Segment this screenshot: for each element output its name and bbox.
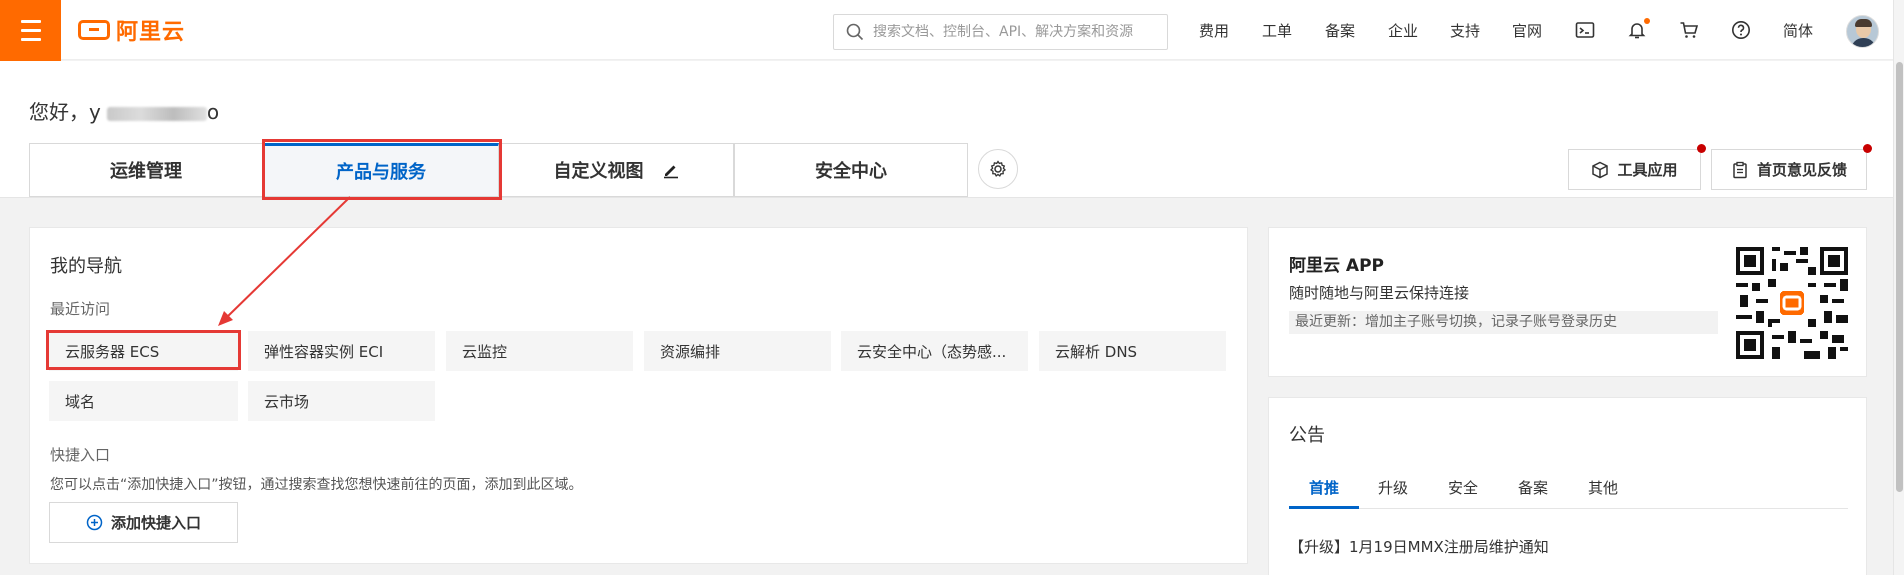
recent-item-eci[interactable]: 弹性容器实例 ECI [248, 331, 435, 371]
recent-item-dns[interactable]: 云解析 DNS [1039, 331, 1226, 371]
recent-item-ros[interactable]: 资源编排 [644, 331, 831, 371]
notice-tab-divider [1289, 508, 1848, 509]
notice-tab-icp[interactable]: 备案 [1518, 477, 1548, 498]
tools-red-dot [1697, 144, 1706, 153]
add-quick-entry-label: 添加快捷入口 [110, 514, 201, 532]
notice-tab-upgrade[interactable]: 升级 [1378, 477, 1408, 498]
scrollbar-thumb[interactable] [1896, 62, 1903, 492]
app-subtitle: 随时随地与阿里云保持连接 [1289, 284, 1470, 302]
tab-label: 运维管理 [110, 161, 182, 182]
help-icon[interactable] [1731, 20, 1751, 40]
annotation-highlight-tab [262, 139, 502, 200]
tab-security-center[interactable]: 安全中心 [734, 143, 968, 197]
tab-label: 安全中心 [815, 161, 887, 182]
nav-link-fees[interactable]: 费用 [1199, 20, 1229, 41]
app-title: 阿里云 APP [1289, 256, 1384, 276]
language-switch[interactable]: 简体 [1783, 20, 1813, 41]
qr-code-icon [1736, 247, 1848, 359]
feedback-label: 首页意见反馈 [1756, 161, 1847, 179]
notice-tab-other[interactable]: 其他 [1588, 477, 1618, 498]
recent-item-cloudmonitor[interactable]: 云监控 [446, 331, 633, 371]
add-quick-entry-button[interactable]: 添加快捷入口 [49, 502, 238, 543]
notice-title: 公告 [1289, 425, 1325, 446]
menu-icon[interactable] [0, 0, 61, 61]
tab-ops-management[interactable]: 运维管理 [29, 143, 263, 197]
notice-tab-indicator [1289, 506, 1359, 509]
notice-tab-security[interactable]: 安全 [1448, 477, 1478, 498]
aliyun-logo[interactable]: 阿里云 [78, 17, 186, 45]
search-icon [846, 23, 864, 41]
quick-entry-label: 快捷入口 [50, 446, 111, 464]
tab-label: 自定义视图 [553, 161, 644, 182]
notice-item[interactable]: 【升级】1月19日MMX注册局维护通知 [1289, 536, 1549, 557]
logo-text: 阿里云 [116, 20, 186, 45]
greeting-name-visible: y [89, 100, 101, 124]
username-redaction [106, 106, 207, 121]
edit-icon[interactable] [662, 161, 680, 179]
my-navigation-title: 我的导航 [50, 256, 122, 277]
recent-item-domain[interactable]: 域名 [49, 381, 238, 421]
tab-settings-button[interactable] [978, 149, 1018, 189]
recent-item-marketplace[interactable]: 云市场 [248, 381, 435, 421]
cart-icon[interactable] [1679, 20, 1699, 40]
nav-link-icp[interactable]: 备案 [1325, 20, 1355, 41]
feedback-red-dot [1863, 144, 1872, 153]
top-navigation-bar: 阿里云 费用 工单 备案 企业 支持 官网 简体 [0, 0, 1904, 61]
app-update-note: 最近更新：增加主子账号切换，记录子账号登录历史 [1289, 311, 1718, 334]
greeting-prefix: 您好， [29, 100, 89, 124]
greeting-name-tail: o [206, 100, 220, 124]
quick-entry-hint: 您可以点击“添加快捷入口”按钮，通过搜索查找您想快速前往的页面，添加到此区域。 [50, 477, 583, 493]
recent-item-security-center[interactable]: 云安全中心（态势感... [841, 331, 1028, 371]
plus-circle-icon [86, 514, 103, 531]
nav-link-enterprise[interactable]: 企业 [1388, 20, 1418, 41]
annotation-highlight-ecs [46, 330, 241, 370]
gear-icon [990, 160, 1006, 177]
tab-custom-view[interactable]: 自定义视图 [499, 143, 734, 197]
page-scrollbar[interactable] [1893, 0, 1904, 575]
avatar[interactable] [1846, 15, 1879, 48]
search-box[interactable] [833, 14, 1168, 50]
tools-label: 工具应用 [1617, 161, 1678, 179]
notification-dot [1644, 18, 1650, 24]
nav-link-official-site[interactable]: 官网 [1512, 20, 1542, 41]
recent-visits-label: 最近访问 [50, 300, 111, 318]
nav-link-support[interactable]: 支持 [1450, 20, 1480, 41]
nav-link-tickets[interactable]: 工单 [1262, 20, 1292, 41]
greeting: 您好，y o [29, 96, 219, 125]
cube-icon [1592, 161, 1609, 178]
logo-mark-icon [78, 20, 110, 40]
clipboard-icon [1733, 161, 1747, 178]
tools-button[interactable]: 工具应用 [1568, 149, 1701, 190]
terminal-icon[interactable] [1575, 20, 1595, 40]
feedback-button[interactable]: 首页意见反馈 [1711, 149, 1867, 190]
search-input[interactable] [873, 24, 1163, 40]
notice-tab-featured[interactable]: 首推 [1309, 477, 1339, 498]
